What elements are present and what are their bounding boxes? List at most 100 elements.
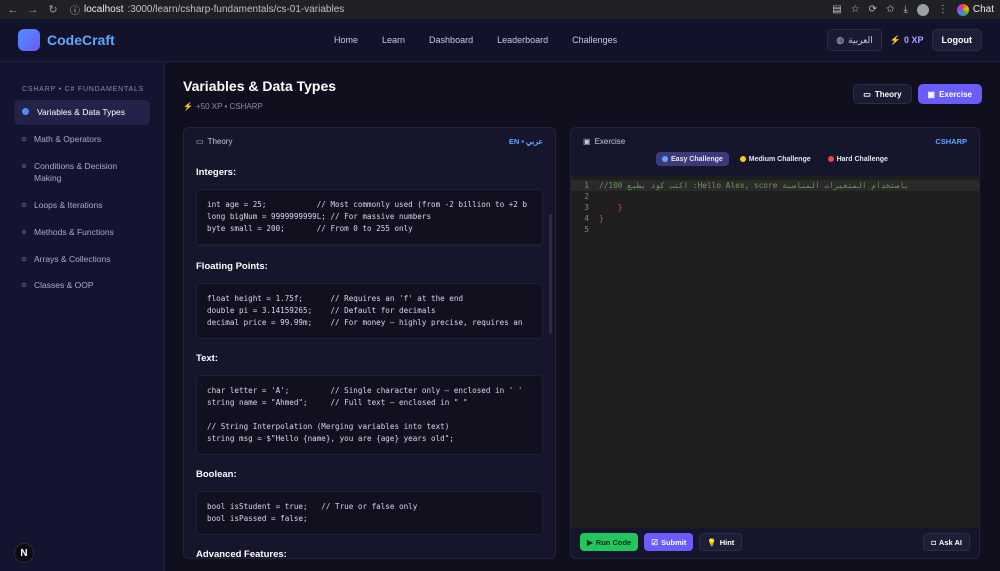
language-switch[interactable]: EN • عربي: [509, 137, 543, 146]
run-code-label: Run Code: [595, 537, 632, 547]
sidebar-item-label: Arrays & Collections: [34, 253, 111, 264]
difficulty-selector: Easy Challenge Medium Challenge Hard Cha…: [571, 152, 979, 166]
profile-avatar[interactable]: [916, 3, 929, 16]
code-text: }: [599, 203, 623, 212]
difficulty-label: Easy Challenge: [671, 155, 723, 163]
url-path: :3000/learn/csharp-fundamentals/cs-01-va…: [127, 4, 345, 15]
language-button[interactable]: ◍ العربية: [827, 29, 882, 51]
xp-value: 0 XP: [903, 35, 924, 45]
lesson-dot-icon: [22, 229, 26, 234]
exercise-tab-button[interactable]: ▣ Exercise: [917, 84, 982, 104]
code-text: }: [599, 214, 604, 223]
bolt-icon: ⚡: [183, 102, 193, 111]
lesson-dot-icon: [22, 108, 29, 115]
browser-toolbar: ← → ↻ ⓘ localhost:3000/learn/csharp-fund…: [0, 0, 1000, 19]
sidebar-item-arrays[interactable]: Arrays & Collections: [14, 247, 150, 272]
hint-button[interactable]: 💡 Hint: [699, 533, 743, 551]
refresh-icon[interactable]: ⟳: [869, 4, 877, 15]
line-number: 4: [584, 214, 589, 223]
logout-button[interactable]: Logout: [931, 29, 982, 51]
theory-body[interactable]: Integers: int age = 25; // Most commonly…: [184, 154, 555, 558]
submit-button[interactable]: ☑ Submit: [644, 533, 694, 551]
site-info-icon[interactable]: ⓘ: [70, 2, 80, 17]
favorites-icon[interactable]: ✩: [886, 4, 894, 15]
page-icon[interactable]: ▤: [832, 4, 841, 15]
sidebar-item-math[interactable]: Math & Operators: [14, 127, 150, 152]
lesson-dot-icon: [22, 283, 26, 288]
laptop-icon: ▣: [583, 136, 591, 146]
sidebar-item-loops[interactable]: Loops & Iterations: [14, 193, 150, 218]
code-line: 1 //اكتب كود يطبع 100 :Hello Alex, score…: [571, 180, 979, 191]
exercise-tab-label: Exercise: [939, 89, 972, 99]
globe-icon: [662, 156, 669, 162]
hint-label: Hint: [719, 537, 735, 547]
lesson-dot-icon: [22, 203, 26, 207]
difficulty-label: Medium Challenge: [748, 155, 811, 163]
nav-leaderboard[interactable]: Leaderboard: [497, 35, 548, 45]
robot-icon: ◘: [931, 537, 936, 547]
nav-learn[interactable]: Learn: [382, 35, 405, 45]
yellow-dot-icon: [739, 156, 746, 162]
section-heading: Boolean:: [196, 469, 237, 480]
nav-home[interactable]: Home: [334, 35, 358, 45]
sidebar-item-variables[interactable]: Variables & Data Types: [14, 100, 150, 125]
address-bar[interactable]: ⓘ localhost:3000/learn/csharp-fundamenta…: [70, 2, 826, 17]
code-line: 4 }: [571, 213, 979, 224]
forward-icon[interactable]: →: [26, 3, 40, 17]
language-label: العربية: [848, 34, 873, 45]
brand-name: CodeCraft: [47, 32, 115, 48]
code-block: bool isStudent = true; // True or false …: [196, 491, 543, 535]
theory-panel: ▭ Theory EN • عربي Integers: int age = 25…: [183, 127, 556, 559]
chat-icon: [956, 3, 969, 16]
lesson-meta: ⚡ +50 XP • CSHARP: [183, 102, 336, 111]
theory-tab-button[interactable]: ▭ Theory: [853, 84, 912, 104]
back-icon[interactable]: ←: [6, 3, 20, 17]
chat-button[interactable]: Chat: [956, 3, 994, 16]
sidebar-heading: CSHARP • C# FUNDAMENTALS: [22, 86, 145, 93]
xp-counter: ⚡ 0 XP: [890, 35, 924, 46]
logo-icon: [18, 29, 40, 51]
lightbulb-icon: 💡: [707, 537, 717, 547]
download-icon[interactable]: ⤓: [903, 4, 907, 15]
app-header: CodeCraft Home Learn Dashboard Leaderboa…: [0, 19, 1000, 62]
url-host: localhost: [84, 4, 124, 15]
easy-challenge-button[interactable]: Easy Challenge: [656, 152, 729, 166]
red-dot-icon: [827, 156, 834, 162]
exercise-actions: ▶ Run Code ☑ Submit 💡 Hint ◘ Ask AI: [571, 526, 979, 558]
theory-tab-label: Theory: [874, 89, 902, 99]
section-heading: Integers:: [196, 167, 237, 178]
run-code-button[interactable]: ▶ Run Code: [580, 533, 639, 551]
reload-icon[interactable]: ↻: [46, 3, 60, 17]
nav-challenges[interactable]: Challenges: [572, 35, 617, 45]
code-editor[interactable]: 1 //اكتب كود يطبع 100 :Hello Alex, score…: [571, 176, 979, 528]
sidebar-item-methods[interactable]: Methods & Functions: [14, 220, 150, 245]
theory-panel-title: Theory: [207, 136, 233, 146]
medium-challenge-button[interactable]: Medium Challenge: [734, 152, 817, 166]
exercise-panel-header: ▣ Exercise CSHARP: [571, 128, 979, 154]
check-icon: ☑: [651, 537, 658, 547]
bolt-icon: ⚡: [889, 34, 901, 45]
code-line: 3 }: [571, 202, 979, 213]
sidebar-item-label: Math & Operators: [34, 133, 102, 144]
nextjs-badge[interactable]: N: [14, 543, 34, 563]
nav-dashboard[interactable]: Dashboard: [429, 35, 473, 45]
scrollbar[interactable]: [549, 214, 552, 334]
ask-ai-button[interactable]: ◘ Ask AI: [923, 533, 970, 551]
brand-logo[interactable]: CodeCraft: [18, 29, 115, 51]
sidebar-item-conditions[interactable]: Conditions & Decision Making: [14, 154, 150, 192]
more-icon[interactable]: ⋮: [938, 4, 948, 15]
lesson-content: Variables & Data Types ⚡ +50 XP • CSHARP…: [165, 62, 1000, 571]
chat-label: Chat: [972, 4, 994, 15]
star-icon[interactable]: ☆: [851, 4, 860, 15]
ask-ai-label: Ask AI: [938, 537, 962, 547]
hard-challenge-button[interactable]: Hard Challenge: [822, 152, 894, 166]
line-number: 5: [584, 225, 589, 234]
language-tag: CSHARP: [935, 136, 967, 146]
code-line: 2: [571, 191, 979, 202]
view-toggle: ▭ Theory ▣ Exercise: [853, 84, 982, 104]
laptop-icon: ▣: [927, 89, 936, 99]
sidebar-item-label: Classes & OOP: [34, 280, 94, 291]
code-block: float height = 1.75f; // Requires an 'f'…: [196, 283, 543, 339]
sidebar-item-classes[interactable]: Classes & OOP: [14, 273, 150, 298]
code-line: 5: [571, 224, 979, 235]
